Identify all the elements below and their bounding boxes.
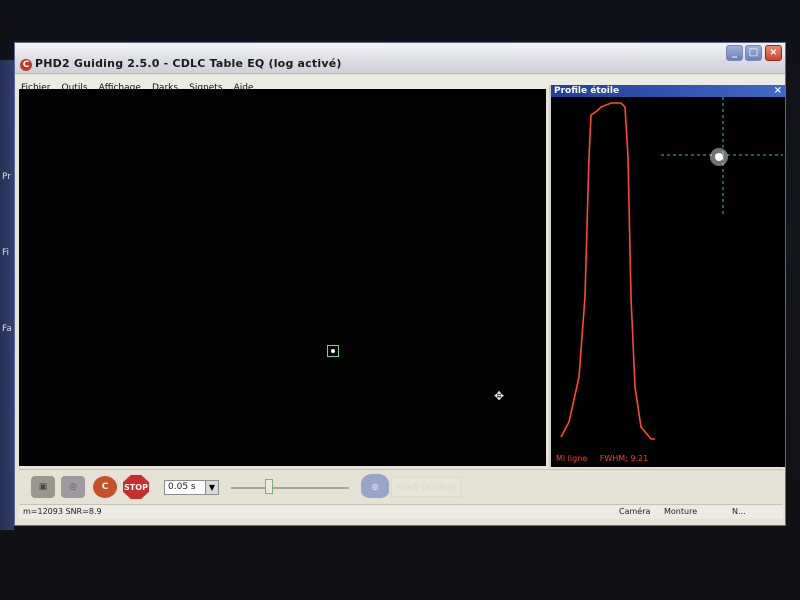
minimize-button[interactable]: _	[726, 45, 743, 61]
star-profile-close-icon[interactable]: ×	[774, 85, 782, 97]
maximize-button[interactable]: □	[745, 45, 762, 61]
star-profile-curve	[560, 102, 655, 440]
profile-mode-label: Mi ligne	[556, 454, 588, 463]
guide-camera-view[interactable]: ✥	[19, 89, 546, 466]
status-mount: Monture	[664, 507, 698, 516]
desktop-side-strip	[0, 60, 14, 530]
gamma-slider-thumb[interactable]	[265, 479, 273, 494]
chevron-down-icon[interactable]: ▼	[205, 480, 219, 495]
phd2-app-icon[interactable]: C	[20, 59, 32, 71]
status-extra: N...	[732, 507, 746, 516]
status-bar: m=12093 SNR=8.9 Caméra Monture N...	[19, 504, 783, 519]
status-camera: Caméra	[619, 507, 651, 516]
gamma-slider-track[interactable]	[231, 487, 349, 489]
calibration-icon[interactable]: C	[93, 476, 117, 498]
brain-icon[interactable]: ◎	[361, 474, 389, 498]
star-profile-panel: Profile étoile × Mi ligne FWHM: 9.21	[549, 85, 785, 467]
star-profile-footer: Mi ligne FWHM: 9.21	[556, 454, 658, 463]
profile-fwhm-label: FWHM: 9.21	[599, 454, 649, 463]
star-profile-graph	[560, 97, 783, 440]
desktop-label-fi: Fi	[2, 248, 10, 258]
mount-icon[interactable]: ◎	[61, 476, 85, 498]
stop-button[interactable]: STOP	[123, 475, 149, 499]
star-profile-title: Profile étoile	[554, 86, 620, 96]
title-bar[interactable]: C PHD2 Guiding 2.5.0 - CDLC Table EQ (lo…	[15, 43, 785, 74]
main-toolbar: ▣ ◎ C STOP 0.05 s ▼ ◎ Start Guiding	[19, 469, 783, 504]
desktop-label-fa: Fa	[2, 324, 12, 334]
star-thumbnail-core	[715, 153, 723, 161]
guide-star	[331, 349, 335, 353]
camera-icon[interactable]: ▣	[31, 476, 55, 498]
window-title: PHD2 Guiding 2.5.0 - CDLC Table EQ (log …	[35, 57, 342, 70]
desktop-label-pr: Pr	[2, 172, 11, 182]
star-profile-header: Profile étoile ×	[551, 85, 785, 97]
selected-star-box	[327, 345, 339, 357]
start-guiding-button[interactable]: Start Guiding	[391, 477, 461, 497]
mouse-cursor-icon: ✥	[494, 389, 505, 403]
status-star-metrics: m=12093 SNR=8.9	[23, 507, 102, 516]
phd2-window: C PHD2 Guiding 2.5.0 - CDLC Table EQ (lo…	[14, 42, 786, 526]
close-button[interactable]: ×	[765, 45, 782, 61]
